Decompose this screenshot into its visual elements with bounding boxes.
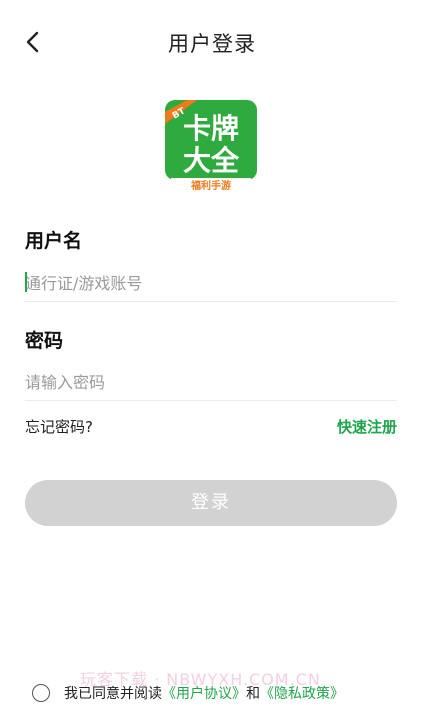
logo-line2: 大全 bbox=[183, 144, 240, 177]
logo-caption: 福利手游 bbox=[190, 179, 231, 192]
agree-radio[interactable] bbox=[32, 684, 50, 702]
password-input[interactable] bbox=[25, 364, 397, 401]
app-logo: BT 卡牌 大全 福利手游 bbox=[163, 98, 259, 194]
password-label: 密码 bbox=[25, 330, 64, 352]
text-caret bbox=[25, 272, 27, 292]
page-title: 用户登录 bbox=[168, 32, 256, 56]
header: 用户登录 bbox=[0, 0, 424, 84]
user-agreement-link[interactable]: 《用户协议》 bbox=[162, 686, 246, 702]
login-button[interactable]: 登录 bbox=[25, 480, 397, 526]
agreement-and: 和 bbox=[246, 686, 260, 702]
username-input[interactable] bbox=[25, 265, 397, 302]
agreement-text: 我已同意并阅读《用户协议》和《隐私政策》 bbox=[64, 685, 344, 703]
privacy-policy-link[interactable]: 《隐私政策》 bbox=[260, 686, 344, 702]
username-label: 用户名 bbox=[25, 230, 83, 252]
forgot-password-link[interactable]: 忘记密码? bbox=[25, 416, 93, 437]
quick-register-link[interactable]: 快速注册 bbox=[337, 416, 397, 437]
logo-line1: 卡牌 bbox=[183, 112, 239, 145]
agreement-prefix: 我已同意并阅读 bbox=[64, 686, 162, 702]
